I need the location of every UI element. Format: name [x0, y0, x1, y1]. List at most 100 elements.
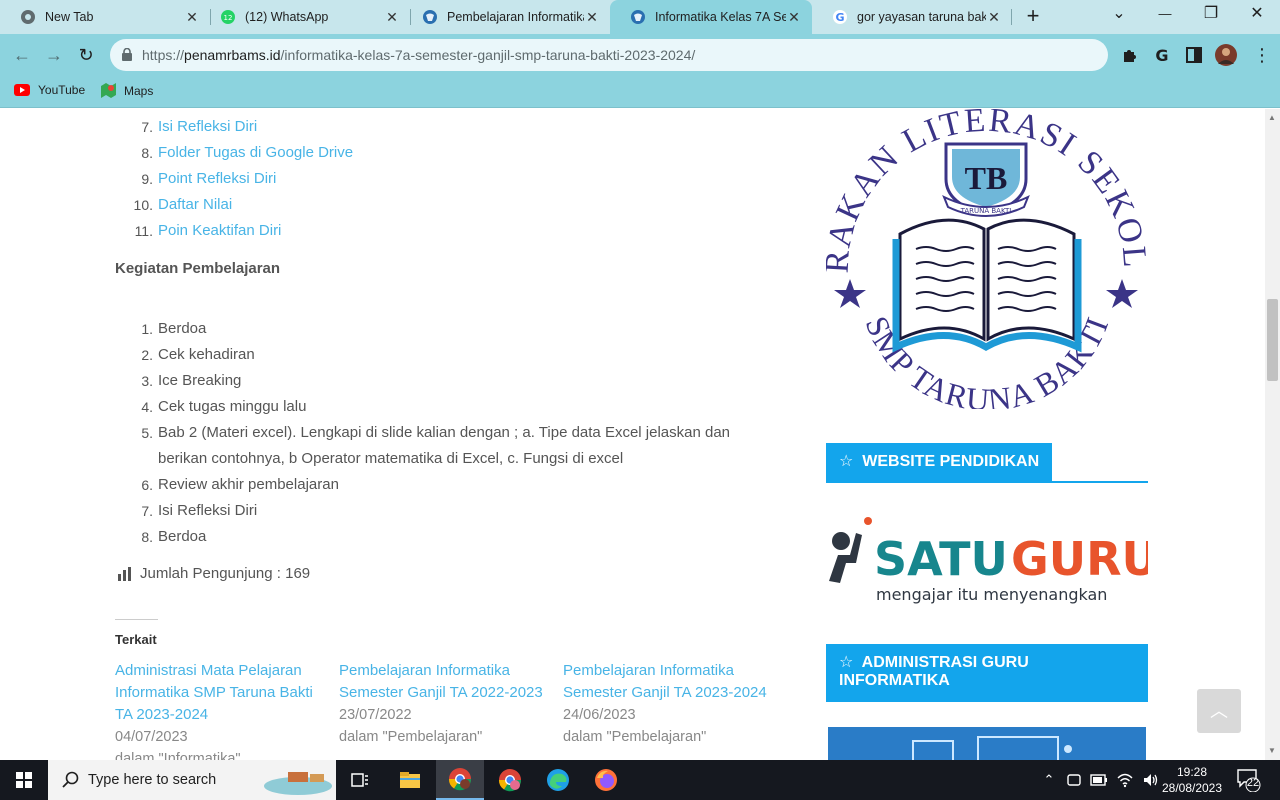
system-tray: ⌃ [1040, 760, 1160, 800]
minimize-button[interactable]: — [1142, 0, 1188, 30]
list-item: 1. Berdoa [141, 320, 207, 337]
related-post-date: 24/06/2023 [563, 707, 636, 723]
tab-title: Pembelajaran Informatika [447, 10, 584, 24]
tab-search-chevron-icon[interactable]: ⌄ [1096, 0, 1142, 30]
close-icon[interactable]: ✕ [384, 9, 400, 26]
forward-arrow-icon[interactable]: → [42, 43, 66, 67]
star-icon [834, 279, 866, 308]
chrome-profile-taskbar-icon[interactable] [486, 760, 534, 800]
activities-list: 1. Berdoa 2. Cek kehadiran 3. Ice Breaking … [115, 316, 768, 550]
satuguru-banner[interactable]: SATU GURU mengajar itu menyenangkan [826, 511, 1148, 607]
scrollbar-thumb[interactable] [1267, 299, 1278, 381]
clock-time: 19:28 [1176, 765, 1208, 779]
list-item: 2. Cek kehadiran [141, 346, 255, 363]
list-item: 5. Bab 2 (Materi excel). Lengkapi di slid… [141, 424, 731, 467]
tab-informatika-active[interactable]: Informatika Kelas 7A Sem ✕ [610, 0, 812, 34]
google-icon: G [833, 10, 847, 24]
related-post: Pembelajaran Informatika Semester Ganjil… [563, 660, 773, 748]
resource-link[interactable]: Folder Tugas di Google Drive [158, 140, 768, 166]
tab-pembelajaran[interactable]: Pembelajaran Informatika ✕ [402, 0, 610, 34]
tab-strip: New Tab ✕ 12 (12) WhatsApp ✕ Pembelajara… [0, 0, 1280, 34]
related-post: Pembelajaran Informatika Semester Ganjil… [339, 660, 549, 748]
globe-icon [631, 10, 645, 24]
edge-icon[interactable] [534, 760, 582, 800]
close-icon[interactable]: ✕ [786, 9, 802, 26]
list-item[interactable]: 8. Folder Tugas di Google Drive [115, 140, 768, 166]
tab-whatsapp[interactable]: 12 (12) WhatsApp ✕ [200, 0, 410, 34]
tab-new-tab[interactable]: New Tab ✕ [0, 0, 210, 34]
close-icon[interactable]: ✕ [584, 9, 600, 26]
administrasi-guru-image[interactable] [828, 727, 1146, 760]
list-item: 8. Berdoa [141, 528, 207, 545]
related-post-link[interactable]: Pembelajaran Informatika Semester Ganjil… [563, 660, 773, 704]
resource-link[interactable]: Point Refleksi Diri [158, 166, 768, 192]
chrome-icon [21, 10, 35, 24]
related-heading: Terkait [115, 632, 157, 647]
bookmarks-bar: YouTube Maps [0, 76, 1280, 108]
lock-icon[interactable] [122, 48, 132, 61]
meet-now-icon[interactable] [1066, 772, 1082, 788]
battery-icon[interactable] [1090, 774, 1108, 786]
firefox-icon[interactable] [582, 760, 630, 800]
resource-link[interactable]: Daftar Nilai [158, 192, 768, 218]
bookmark-youtube[interactable]: YouTube [14, 83, 85, 97]
activities-heading: Kegiatan Pembelajaran [115, 260, 281, 277]
related-post-category: dalam "Informatika" [115, 751, 241, 760]
scroll-down-arrow-icon[interactable]: ▼ [1268, 746, 1276, 755]
whatsapp-icon: 12 [221, 10, 235, 24]
related-post-link[interactable]: Pembelajaran Informatika Semester Ganjil… [339, 660, 549, 704]
close-window-button[interactable]: ✕ [1234, 0, 1280, 30]
related-post-date: 04/07/2023 [115, 729, 188, 745]
restore-button[interactable]: ❐ [1188, 0, 1234, 30]
kebab-menu-icon[interactable]: ⋮ [1250, 43, 1274, 67]
page-content: 7. Isi Refleksi Diri 8. Folder Tugas di Go… [0, 109, 1265, 760]
scroll-up-arrow-icon[interactable]: ▲ [1268, 113, 1276, 122]
back-arrow-icon[interactable]: ← [10, 43, 34, 67]
svg-text:G: G [1155, 46, 1168, 64]
taskbar-search-box[interactable]: Type here to search [48, 760, 336, 800]
chrome-taskbar-icon[interactable] [436, 760, 484, 800]
svg-text:12: 12 [224, 14, 233, 22]
page-scrollbar[interactable]: ▲ ▼ [1265, 109, 1280, 760]
grammarly-g-icon[interactable]: G [1153, 46, 1171, 64]
tab-google-search[interactable]: G gor yayasan taruna bakti ✕ [812, 0, 1012, 34]
related-post-link[interactable]: Administrasi Mata Pelajaran Informatika … [115, 660, 325, 726]
address-bar[interactable]: https://penamrbams.id/informatika-kelas-… [110, 39, 1108, 71]
tab-title: (12) WhatsApp [245, 10, 329, 24]
volume-icon[interactable] [1142, 772, 1160, 788]
tab-title: New Tab [45, 10, 94, 24]
reload-icon[interactable]: ↻ [74, 43, 98, 67]
windows-start-icon[interactable] [0, 760, 48, 800]
new-tab-button[interactable]: + [1020, 4, 1046, 30]
file-explorer-icon[interactable] [386, 760, 434, 800]
close-icon[interactable]: ✕ [986, 9, 1002, 26]
profile-avatar[interactable] [1215, 44, 1237, 66]
related-post-category: dalam "Pembelajaran" [339, 729, 483, 745]
search-icon [62, 771, 79, 788]
related-post: Administrasi Mata Pelajaran Informatika … [115, 660, 325, 760]
extensions-puzzle-icon[interactable] [1121, 46, 1139, 64]
list-item[interactable]: 11. Poin Keaktifan Diri [115, 218, 768, 244]
bookmark-maps[interactable]: Maps [101, 83, 153, 98]
notification-center-icon[interactable]: 22 [1236, 768, 1262, 793]
tab-title: Informatika Kelas 7A Sem [655, 10, 786, 24]
chevron-up-icon[interactable]: ⌃ [1040, 772, 1058, 788]
close-icon[interactable]: ✕ [184, 9, 200, 26]
side-panel-icon[interactable] [1185, 46, 1203, 64]
resources-list: 7. Isi Refleksi Diri 8. Folder Tugas di Go… [115, 114, 768, 244]
resource-link[interactable]: Poin Keaktifan Diri [158, 218, 768, 244]
list-item[interactable]: 9. Point Refleksi Diri [115, 166, 768, 192]
search-highlight-illustration-icon [264, 772, 332, 795]
list-item[interactable]: 10. Daftar Nilai [115, 192, 768, 218]
list-item: 4. Cek tugas minggu lalu [141, 398, 307, 415]
taskbar-clock[interactable]: 19:28 28/08/2023 [1160, 764, 1224, 796]
bookmark-label: YouTube [38, 83, 86, 97]
svg-text:SATU: SATU [874, 532, 1008, 586]
clock-date: 28/08/2023 [1161, 781, 1223, 795]
star-outline-icon: ☆ [839, 453, 854, 470]
wifi-icon[interactable] [1116, 772, 1134, 788]
list-item[interactable]: 7. Isi Refleksi Diri [115, 114, 768, 140]
task-view-icon[interactable] [336, 760, 384, 800]
resource-link[interactable]: Isi Refleksi Diri [158, 114, 768, 140]
scroll-to-top-button[interactable]: ︿ [1197, 689, 1241, 733]
